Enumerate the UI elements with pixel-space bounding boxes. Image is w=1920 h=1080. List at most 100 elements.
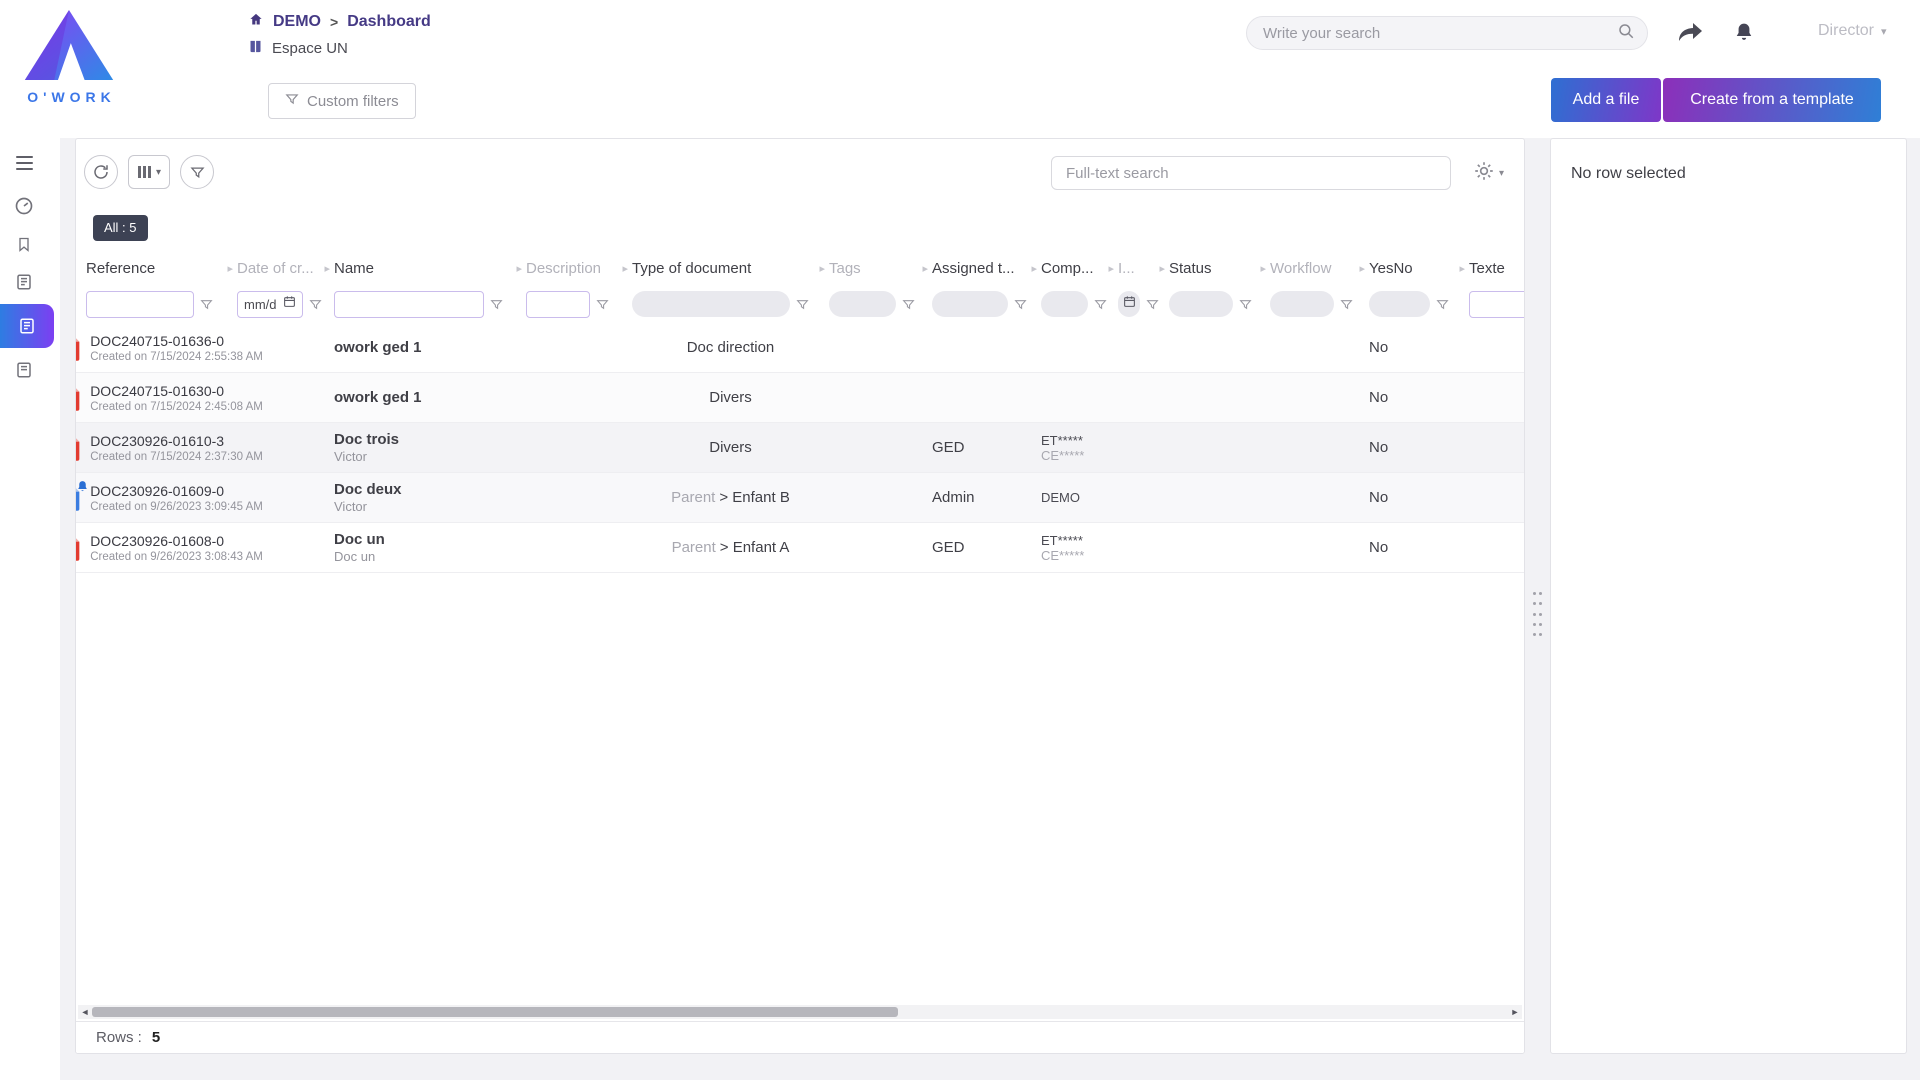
filter-cell-reference xyxy=(86,291,237,318)
scroll-right-arrow-icon[interactable]: ► xyxy=(1508,1005,1522,1019)
create-from-template-button[interactable]: Create from a template xyxy=(1663,78,1881,122)
document-subtitle: Victor xyxy=(334,499,526,514)
scroll-left-arrow-icon[interactable]: ◄ xyxy=(78,1005,92,1019)
cell-type: Doc direction xyxy=(632,323,829,372)
filter-funnel-icon[interactable] xyxy=(1014,298,1027,311)
filter-cell-workflow xyxy=(1270,291,1369,317)
column-header-assigned[interactable]: Assigned t... ▸ xyxy=(932,251,1041,285)
table-row[interactable]: DOC230926-01609-0Created on 9/26/2023 3:… xyxy=(76,473,1524,523)
filter-funnel-icon[interactable] xyxy=(1436,298,1449,311)
user-role-menu[interactable]: Director ▾ xyxy=(1818,22,1887,40)
filter-funnel-icon[interactable] xyxy=(902,298,915,311)
breadcrumb-current[interactable]: Dashboard xyxy=(347,13,431,31)
filter-funnel-icon[interactable] xyxy=(796,298,809,311)
table-row[interactable]: DOC230926-01610-3Created on 7/15/2024 2:… xyxy=(76,423,1524,473)
column-header-label: Description xyxy=(526,260,601,277)
column-header-yesno[interactable]: YesNo▸ xyxy=(1369,251,1469,285)
table-row[interactable]: DOC230926-01608-0Created on 9/26/2023 3:… xyxy=(76,523,1524,573)
column-header-label: Assigned t... xyxy=(932,260,1015,277)
column-chevron-icon[interactable]: ▸ xyxy=(1108,262,1114,275)
column-chevron-icon[interactable]: ▸ xyxy=(1359,262,1365,275)
filter-funnel-icon[interactable] xyxy=(1094,298,1107,311)
cell-status xyxy=(1169,323,1270,372)
cell-assigned: GED xyxy=(932,523,1041,572)
filter-cell-i xyxy=(1118,291,1169,317)
filter-funnel-icon[interactable] xyxy=(490,298,503,311)
scrollbar-thumb[interactable] xyxy=(92,1007,898,1017)
breadcrumb-root[interactable]: DEMO xyxy=(273,13,321,31)
table-row[interactable]: DOC240715-01630-0Created on 7/15/2024 2:… xyxy=(76,373,1524,423)
filter-funnel-icon[interactable] xyxy=(596,298,609,311)
column-chevron-icon[interactable]: ▸ xyxy=(227,262,233,275)
column-header-company[interactable]: Comp...▸ xyxy=(1041,251,1118,285)
share-icon[interactable] xyxy=(1674,18,1706,48)
sidebar-item-archive[interactable] xyxy=(8,353,40,387)
filter-funnel-icon[interactable] xyxy=(200,298,213,311)
table-filter-row: mm/d xyxy=(86,285,1525,323)
filter-input-date_created[interactable]: mm/d xyxy=(237,291,303,318)
column-header-type[interactable]: Type of document▸ xyxy=(632,251,829,285)
column-header-reference[interactable]: Reference▸ xyxy=(86,251,237,285)
table-row[interactable]: DOC240715-01636-0Created on 7/15/2024 2:… xyxy=(76,323,1524,373)
sidebar-item-documents[interactable] xyxy=(8,265,40,299)
column-header-status[interactable]: Status▸ xyxy=(1169,251,1270,285)
filter-input-assigned xyxy=(932,291,1008,317)
grid-filter-button[interactable] xyxy=(180,155,214,189)
sidebar-item-ged-active[interactable] xyxy=(0,304,54,348)
column-header-date_created[interactable]: Date of cr...▸ xyxy=(237,251,334,285)
column-header-name[interactable]: Name▸ xyxy=(334,251,526,285)
filter-input-tags xyxy=(829,291,896,317)
cell-workflow xyxy=(1270,423,1369,472)
global-search-input[interactable] xyxy=(1263,25,1617,42)
horizontal-scrollbar[interactable]: ◄ ► xyxy=(78,1005,1522,1019)
filter-input-description[interactable] xyxy=(526,291,590,318)
filter-input-name[interactable] xyxy=(334,291,484,318)
app-logo[interactable]: O'WORK xyxy=(16,8,122,105)
filter-funnel-icon[interactable] xyxy=(309,298,322,311)
cell-status xyxy=(1169,423,1270,472)
cell-date xyxy=(237,373,334,422)
cell-yesno: No xyxy=(1369,473,1469,522)
cell-company: DEMO xyxy=(1041,473,1118,522)
breadcrumb-separator: > xyxy=(330,14,338,30)
column-chevron-icon[interactable]: ▸ xyxy=(819,262,825,275)
filter-funnel-icon[interactable] xyxy=(1146,298,1159,311)
column-chevron-icon[interactable]: ▸ xyxy=(1459,262,1465,275)
type-value: > Enfant A xyxy=(720,539,790,556)
home-icon[interactable] xyxy=(248,12,264,32)
panel-resize-handle[interactable] xyxy=(1531,592,1544,636)
column-header-tags[interactable]: Tags▸ xyxy=(829,251,932,285)
column-header-i[interactable]: I...▸ xyxy=(1118,251,1169,285)
column-header-texte[interactable]: Texte▸ xyxy=(1469,251,1525,285)
tab-all-count[interactable]: All : 5 xyxy=(93,215,148,241)
refresh-button[interactable] xyxy=(84,155,118,189)
cell-description xyxy=(526,323,632,372)
column-chevron-icon[interactable]: ▸ xyxy=(1159,262,1165,275)
sidebar-item-dashboard[interactable] xyxy=(8,189,40,223)
filter-funnel-icon[interactable] xyxy=(1239,298,1252,311)
search-icon[interactable] xyxy=(1617,22,1635,45)
menu-hamburger-icon[interactable] xyxy=(8,146,40,180)
filter-input-reference[interactable] xyxy=(86,291,194,318)
column-chevron-icon[interactable]: ▸ xyxy=(622,262,628,275)
column-header-description[interactable]: Description ▸ xyxy=(526,251,632,285)
filter-input-texte[interactable] xyxy=(1469,291,1525,318)
custom-filters-button[interactable]: Custom filters xyxy=(268,83,416,119)
column-chevron-icon[interactable]: ▸ xyxy=(922,262,928,275)
notifications-bell-icon[interactable] xyxy=(1728,17,1760,47)
grid-settings-button[interactable]: ▾ xyxy=(1474,161,1504,186)
sidebar-item-bookmarks[interactable] xyxy=(8,227,40,261)
fulltext-search-input[interactable] xyxy=(1066,165,1436,182)
filter-funnel-icon xyxy=(285,92,299,110)
filter-input-i xyxy=(1118,291,1140,317)
filter-funnel-icon[interactable] xyxy=(1340,298,1353,311)
add-file-button[interactable]: Add a file xyxy=(1551,78,1661,122)
column-chooser-button[interactable]: ▾ xyxy=(128,155,170,189)
column-chevron-icon[interactable]: ▸ xyxy=(516,262,522,275)
side-nav xyxy=(0,138,60,1080)
column-chevron-icon[interactable]: ▸ xyxy=(1031,262,1037,275)
calendar-icon[interactable] xyxy=(283,295,296,313)
column-chevron-icon[interactable]: ▸ xyxy=(1260,262,1266,275)
column-chevron-icon[interactable]: ▸ xyxy=(324,262,330,275)
column-header-workflow[interactable]: Workflow▸ xyxy=(1270,251,1369,285)
